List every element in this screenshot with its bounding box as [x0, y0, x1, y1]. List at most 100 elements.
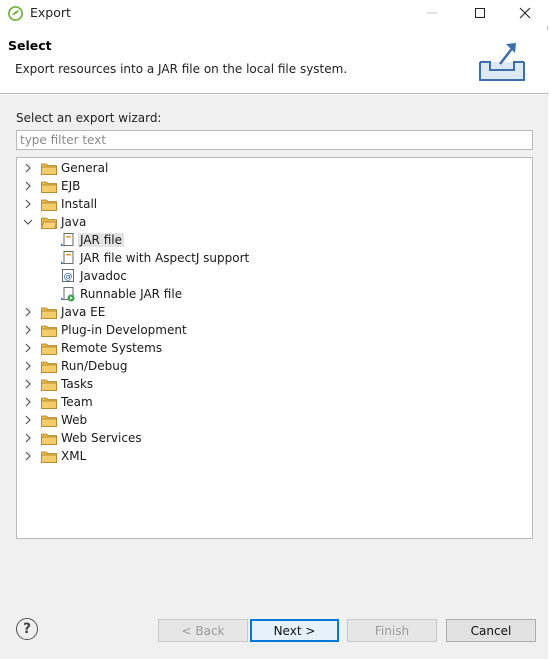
page-title: Select [8, 38, 52, 53]
folder-icon [41, 397, 57, 409]
wizard-tree[interactable]: General EJB Install Java JAR file JAR file wi… [16, 157, 533, 539]
folder-icon [41, 181, 57, 193]
export-wizard-icon [479, 43, 525, 81]
javadoc-icon: @ [62, 269, 74, 282]
tree-item-label: Tasks [61, 377, 94, 391]
tree-item-label: Web [61, 413, 88, 427]
chevron-right-icon[interactable] [23, 195, 33, 213]
cancel-button[interactable]: Cancel [446, 619, 536, 642]
chevron-right-icon [25, 451, 31, 461]
tree-item-label: Team [61, 395, 93, 409]
chevron-down-icon[interactable] [23, 213, 33, 231]
chevron-right-icon[interactable] [23, 177, 33, 195]
chevron-right-icon[interactable] [23, 357, 33, 375]
chevron-right-icon[interactable] [23, 339, 33, 357]
chevron-right-icon [25, 433, 31, 443]
svg-text:@: @ [64, 272, 73, 282]
chevron-right-icon [25, 361, 31, 371]
tree-item[interactable]: General [17, 159, 532, 177]
chevron-right-icon [25, 379, 31, 389]
tree-item-label: Java EE [61, 305, 106, 319]
chevron-right-icon[interactable] [23, 411, 33, 429]
folder-icon [41, 415, 57, 427]
folder-icon [41, 217, 57, 229]
tree-item[interactable]: Runnable JAR file [17, 285, 532, 303]
title-bar[interactable]: Export [0, 0, 548, 26]
chevron-right-icon [25, 307, 31, 317]
chevron-right-icon[interactable] [23, 321, 33, 339]
chevron-right-icon [25, 415, 31, 425]
tree-item[interactable]: EJB [17, 177, 532, 195]
folder-icon [41, 343, 57, 355]
tree-item-label: Javadoc [80, 269, 127, 283]
back-button[interactable]: < Back [158, 619, 248, 642]
chevron-right-icon [25, 163, 31, 173]
tree-item-label: Run/Debug [61, 359, 128, 373]
tree-item[interactable]: Run/Debug [17, 357, 532, 375]
tree-item[interactable]: Team [17, 393, 532, 411]
folder-icon [41, 307, 57, 319]
maximize-icon [475, 8, 485, 18]
tree-item-label: XML [61, 449, 87, 463]
tree-item-label: General [61, 161, 109, 175]
tree-item[interactable]: Tasks [17, 375, 532, 393]
tree-item-label: JAR file with AspectJ support [80, 251, 250, 265]
maximize-button[interactable] [458, 0, 502, 26]
chevron-right-icon [25, 325, 31, 335]
minimize-button[interactable] [410, 0, 454, 26]
folder-icon [41, 325, 57, 337]
tree-item-label: Web Services [61, 431, 142, 445]
close-button[interactable] [503, 0, 547, 26]
chevron-right-icon[interactable] [23, 159, 33, 177]
tree-item[interactable]: Plug-in Development [17, 321, 532, 339]
finish-button[interactable]: Finish [347, 619, 437, 642]
folder-icon [41, 451, 57, 463]
tree-item[interactable]: JAR file [17, 231, 532, 249]
page-description: Export resources into a JAR file on the … [15, 62, 348, 76]
runnable-jar-icon [61, 287, 75, 302]
chevron-down-icon [23, 219, 33, 225]
button-bar: ? < Back Next > Finish Cancel [0, 601, 548, 659]
tree-item-label: Plug-in Development [61, 323, 187, 337]
tree-item-label: JAR file [78, 233, 124, 247]
tree-item-label: Java [61, 215, 87, 229]
tree-item[interactable]: Install [17, 195, 532, 213]
chevron-right-icon [25, 397, 31, 407]
tree-item-label: EJB [61, 179, 81, 193]
tree-item[interactable]: Java EE [17, 303, 532, 321]
tree-item-label: Install [61, 197, 98, 211]
folder-icon [41, 379, 57, 391]
folder-icon [41, 199, 57, 211]
eclipse-spring-icon [8, 6, 23, 21]
tree-item[interactable]: Web Services [17, 429, 532, 447]
tree-item[interactable]: XML [17, 447, 532, 465]
chevron-right-icon[interactable] [23, 393, 33, 411]
next-button[interactable]: Next > [250, 619, 339, 642]
folder-icon [41, 163, 57, 175]
tree-item[interactable]: JAR file with AspectJ support [17, 249, 532, 267]
tree-item[interactable]: @ Javadoc [17, 267, 532, 285]
jar-file-icon [61, 251, 74, 264]
tree-item[interactable]: Java [17, 213, 532, 231]
tree-item-label: Remote Systems [61, 341, 163, 355]
wizard-body: Select an export wizard: General EJB Insta… [0, 95, 548, 601]
wizard-header: Select Export resources into a JAR file … [0, 30, 548, 94]
tree-item-label: Runnable JAR file [80, 287, 183, 301]
filter-input[interactable] [16, 130, 533, 150]
chevron-right-icon[interactable] [23, 447, 33, 465]
jar-file-icon [61, 233, 74, 246]
tree-item[interactable]: Remote Systems [17, 339, 532, 357]
folder-icon [41, 433, 57, 445]
chevron-right-icon [25, 181, 31, 191]
chevron-right-icon[interactable] [23, 375, 33, 393]
folder-icon [41, 361, 57, 373]
close-icon [519, 7, 531, 19]
export-dialog: Export Select Export resources into a JA… [0, 0, 548, 659]
chevron-right-icon[interactable] [23, 303, 33, 321]
chevron-right-icon[interactable] [23, 429, 33, 447]
chevron-right-icon [25, 199, 31, 209]
wizard-select-label: Select an export wizard: [16, 111, 162, 125]
tree-item[interactable]: Web [17, 411, 532, 429]
window-title: Export [30, 5, 71, 20]
help-button[interactable]: ? [16, 618, 38, 640]
